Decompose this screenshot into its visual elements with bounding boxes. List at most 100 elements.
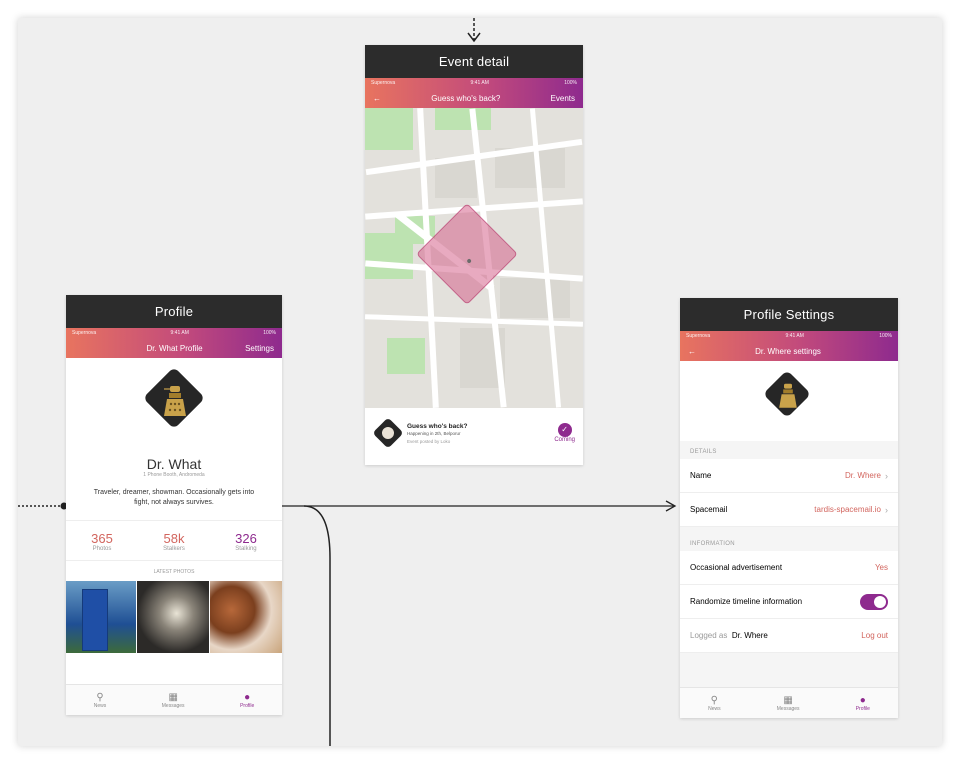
tab-label: Messages: [776, 705, 800, 712]
logged-user: Dr. Where: [731, 631, 768, 640]
event-card[interactable]: Guess who's back? Happening in 2th, Belp…: [365, 408, 583, 458]
event-detail-screen: Event detail Supernova 9:41 AM 100% ← Gu…: [365, 45, 583, 465]
row-label: Randomize timeline information: [690, 597, 803, 606]
frame-title: Profile Settings: [680, 298, 898, 331]
logged-label: Logged as: [690, 631, 728, 640]
battery: 100%: [263, 330, 276, 336]
settings-link[interactable]: Settings: [245, 344, 274, 353]
row-label: Occasional advertisement: [690, 563, 783, 572]
tab-news[interactable]: ⚲ News: [708, 695, 721, 712]
avatar-area: [66, 358, 282, 458]
tab-profile[interactable]: ● Profile: [856, 695, 870, 712]
ads-value: Yes: [874, 563, 888, 572]
tab-profile[interactable]: ● Profile: [240, 692, 254, 709]
chevron-right-icon: ›: [885, 504, 888, 515]
row-spacemail[interactable]: Spacemail tardis-spacemail.io ›: [680, 493, 898, 527]
stat-stalkers[interactable]: 58k Stalkers: [163, 531, 185, 552]
photo-tunnel[interactable]: [137, 581, 209, 653]
latest-photos-heading: LATEST PHOTOS: [153, 569, 195, 575]
chevron-right-icon: ›: [885, 470, 888, 481]
nav-bar: Dr. What Profile Settings: [66, 338, 282, 358]
check-icon: ✓: [557, 423, 572, 437]
clock: 9:41 AM: [470, 80, 489, 86]
status-bar: Supernova 9:41 AM 100%: [365, 78, 583, 88]
row-logged-as: Logged as Dr. Where Log out: [680, 619, 898, 653]
prototype-canvas: Profile Supernova 9:41 AM 100% Dr. What …: [18, 18, 942, 746]
stat-label: Photos: [92, 546, 112, 552]
map-park: [387, 338, 425, 374]
photo-strip: [66, 581, 282, 653]
stat-photos[interactable]: 365 Photos: [91, 531, 113, 552]
carrier: Supernova: [371, 80, 396, 86]
stat-value: 58k: [163, 531, 185, 546]
photo-tardis[interactable]: [66, 581, 136, 653]
row-name[interactable]: Name Dr. Where ›: [680, 459, 898, 493]
host-avatar: [372, 417, 404, 449]
carrier: Supernova: [72, 330, 97, 336]
profile-settings-screen: Profile Settings Supernova 9:41 AM 100% …: [680, 298, 898, 718]
profile-icon: ●: [859, 694, 866, 706]
row-label: Spacemail: [690, 505, 728, 514]
dalek-icon: [164, 386, 186, 416]
messages-icon: ▦: [783, 694, 793, 706]
rocket-icon: ⚲: [710, 694, 718, 706]
nav-title: Guess who's back?: [431, 93, 501, 103]
events-link[interactable]: Events: [551, 94, 575, 103]
messages-icon: ▦: [168, 691, 178, 703]
profile-stats: 365 Photos 58k Stalkers 326 Stalking: [66, 520, 282, 561]
tab-label: News: [93, 702, 107, 709]
coming-button[interactable]: ✓ Coming: [554, 423, 575, 443]
coming-label: Coming: [554, 437, 575, 443]
spacemail-value: tardis-spacemail.io: [814, 505, 881, 514]
row-advertisement[interactable]: Occasional advertisement Yes: [680, 551, 898, 585]
battery: 100%: [879, 333, 892, 339]
event-title: Guess who's back?: [407, 422, 468, 430]
name-value: Dr. Where: [844, 471, 881, 480]
stat-stalking[interactable]: 326 Stalking: [235, 531, 257, 552]
tab-messages[interactable]: ▦ Messages: [777, 695, 800, 712]
battery: 100%: [564, 80, 577, 86]
section-details: DETAILS: [690, 449, 717, 455]
tab-bar: ⚲ News ▦ Messages ● Profile: [66, 684, 282, 715]
status-bar: Supernova 9:41 AM 100%: [66, 328, 282, 338]
nav-bar: ← Dr. Where settings: [680, 341, 898, 361]
nav-title: Dr. What Profile: [146, 343, 203, 353]
event-subtitle: Happening in 2th, Belporur: [407, 430, 461, 436]
logout-button[interactable]: Log out: [861, 631, 888, 640]
tab-messages[interactable]: ▦ Messages: [162, 692, 185, 709]
stat-value: 326: [235, 531, 257, 546]
tab-label: Profile: [240, 702, 255, 709]
back-arrow-icon[interactable]: ←: [373, 94, 381, 103]
rocket-icon: ⚲: [96, 691, 104, 703]
stat-label: Stalking: [235, 546, 257, 552]
dalek-icon: [779, 383, 797, 408]
tab-bar: ⚲ News ▦ Messages ● Profile: [680, 687, 898, 718]
tab-label: Messages: [161, 702, 185, 709]
profile-bio: Traveler, dreamer, showman. Occasionally…: [93, 489, 255, 506]
randomize-toggle[interactable]: [860, 593, 888, 610]
tab-label: News: [708, 705, 721, 712]
profile-screen: Profile Supernova 9:41 AM 100% Dr. What …: [66, 295, 282, 715]
map-view[interactable]: ⬤: [365, 108, 583, 408]
nav-bar: ← Guess who's back? Events: [365, 88, 583, 108]
tab-news[interactable]: ⚲ News: [94, 692, 107, 709]
map-pin-icon[interactable]: ⬤: [467, 258, 471, 263]
frame-title: Event detail: [365, 45, 583, 78]
stat-label: Stalkers: [163, 546, 185, 552]
map-block: [500, 278, 570, 318]
event-posted-by: Event posted by Loko: [407, 438, 451, 444]
tab-label: Profile: [855, 705, 870, 712]
map-park: [365, 108, 413, 150]
section-information: INFORMATION: [690, 541, 735, 547]
profile-name: Dr. What: [146, 456, 202, 472]
nav-title: Dr. Where settings: [755, 346, 821, 356]
avatar-area: [680, 361, 898, 441]
frame-title: Profile: [66, 295, 282, 328]
stat-value: 365: [91, 531, 113, 546]
map-park: [435, 108, 491, 130]
row-randomize: Randomize timeline information: [680, 585, 898, 619]
clock: 9:41 AM: [170, 330, 189, 336]
photo-food[interactable]: [210, 581, 282, 653]
profile-icon: ●: [244, 691, 251, 703]
back-arrow-icon[interactable]: ←: [688, 347, 696, 356]
